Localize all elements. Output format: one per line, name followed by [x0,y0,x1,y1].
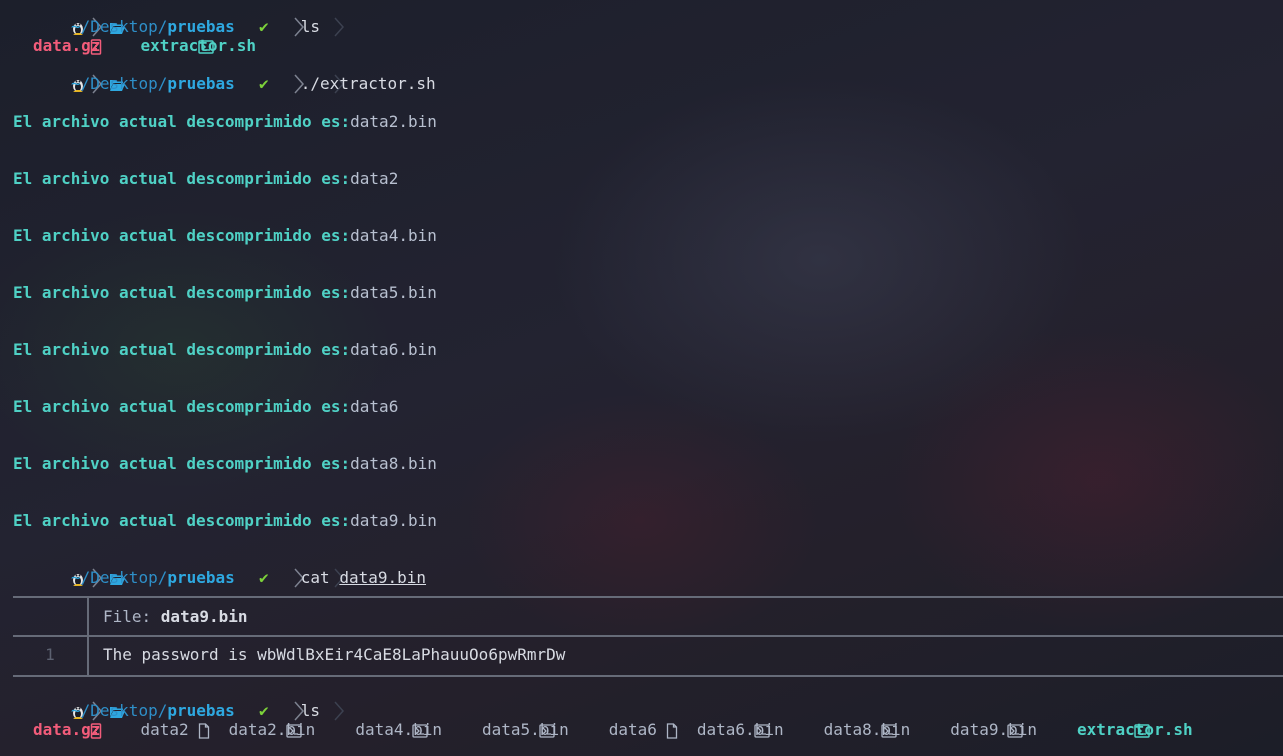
extracted-file: data8.bin [350,454,437,473]
prompt-line-2: ~/Desktop/pruebas ✔ ./extractor.sh [13,74,436,94]
header-divider [13,635,1283,637]
terminal-script-icon [1057,700,1150,756]
file-name: data5.bin [482,720,569,739]
linux-tux-icon [13,54,83,114]
file-name: data.gz [33,720,101,739]
checkmark-icon: ✔ [258,17,269,36]
command-text: ./extractor.sh [300,74,436,93]
terminal-script-icon [120,16,214,76]
file-name: data8.bin [823,720,911,739]
terminal-window[interactable]: ~/Desktop/pruebas ✔ ls data.gz extractor… [0,0,1283,756]
binary-file-icon [677,700,770,756]
cat-output-panel: File: data9.bin 1 The password is wbWdlB… [13,596,1283,677]
archive-zip-icon [13,700,102,756]
prompt-end-chevron-icon [275,0,344,57]
checkmark-icon: ✔ [258,74,269,93]
file-icon [589,700,677,756]
extracted-file: data6.bin [350,340,437,359]
extract-label: El archivo actual descomprimido es: [13,397,351,416]
file-entry: data8.bin [804,700,911,756]
binary-file-icon [462,700,555,756]
extract-label: El archivo actual descomprimido es: [13,454,351,473]
path-middle: /Desktop/ [80,568,168,587]
extract-output-line: El archivo actual descomprimido es: data… [13,112,437,132]
file-name: data4.bin [355,720,443,739]
extracted-file: data5.bin [350,283,437,302]
extract-label: El archivo actual descomprimido es: [13,340,351,359]
file-content-line: The password is wbWdlBxEir4CaE8LaPhauuOo… [103,645,566,664]
file-entry: data6.bin [677,700,784,756]
separator-chevron-icon [235,54,304,115]
file-header-label: File: [103,607,161,626]
extracted-file: data9.bin [350,511,437,530]
path-home: ~ [71,74,81,93]
file-entry: extractor.sh [1057,700,1193,756]
path-home: ~ [71,568,81,587]
checkmark-icon: ✔ [258,568,269,587]
prompt-line-3: ~/Desktop/pruebas ✔ cat data9.bin [13,568,426,588]
extract-label: El archivo actual descomprimido es: [13,226,351,245]
file-entry: data4.bin [335,700,442,756]
ls-output-2: data.gz data2 data2.bin data4.bin data5.… [13,720,1213,740]
extracted-file: data6 [350,397,399,416]
path-current-dir: pruebas [167,74,235,93]
extract-label: El archivo actual descomprimido es: [13,169,351,188]
extract-output-line: El archivo actual descomprimido es: data… [13,283,437,303]
extracted-file: data2.bin [350,112,437,131]
extract-label: El archivo actual descomprimido es: [13,283,351,302]
separator-chevron-icon [33,54,102,115]
file-name: extractor.sh [1077,720,1193,739]
file-entry: data2.bin [209,700,316,756]
binary-file-icon [930,700,1024,756]
binary-file-icon [209,700,302,756]
file-name: data2 [140,720,189,739]
command-text: ls [300,17,321,36]
extract-output-line: El archivo actual descomprimido es: data… [13,397,398,417]
path-middle: /Desktop/ [80,74,168,93]
line-number: 1 [45,645,55,664]
cat-file-header: File: data9.bin [103,607,248,627]
command-text: cat [300,568,330,587]
file-name: data9.bin [950,720,1037,739]
path-current-dir: pruebas [167,568,235,587]
file-entry: data9.bin [930,700,1037,756]
file-entry: data.gz [13,700,102,756]
file-icon [120,700,209,756]
command-argument-path[interactable]: data9.bin [339,568,426,588]
extracted-file: data4.bin [350,226,437,245]
file-name: data2.bin [228,720,316,739]
file-header-name: data9.bin [160,607,248,626]
extract-output-line: El archivo actual descomprimido es: data… [13,169,398,189]
prompt-end-chevron-icon [275,54,344,115]
file-entry: data2 [120,700,209,756]
file-entry: data6 [589,700,677,756]
extract-label: El archivo actual descomprimido es: [13,511,351,530]
extract-output-line: El archivo actual descomprimido es: data… [13,226,437,246]
extract-output-line: El archivo actual descomprimido es: data… [13,511,437,531]
folder-open-icon [51,54,125,114]
file-name: data6.bin [696,720,784,739]
extract-label: El archivo actual descomprimido es: [13,112,351,131]
file-entry: data5.bin [462,700,569,756]
binary-file-icon [804,700,897,756]
file-name: data6 [608,720,657,739]
binary-file-icon [335,700,429,756]
extract-output-line: El archivo actual descomprimido es: data… [13,454,437,474]
extract-output-line: El archivo actual descomprimido es: data… [13,340,437,360]
extracted-file: data2 [350,169,399,188]
